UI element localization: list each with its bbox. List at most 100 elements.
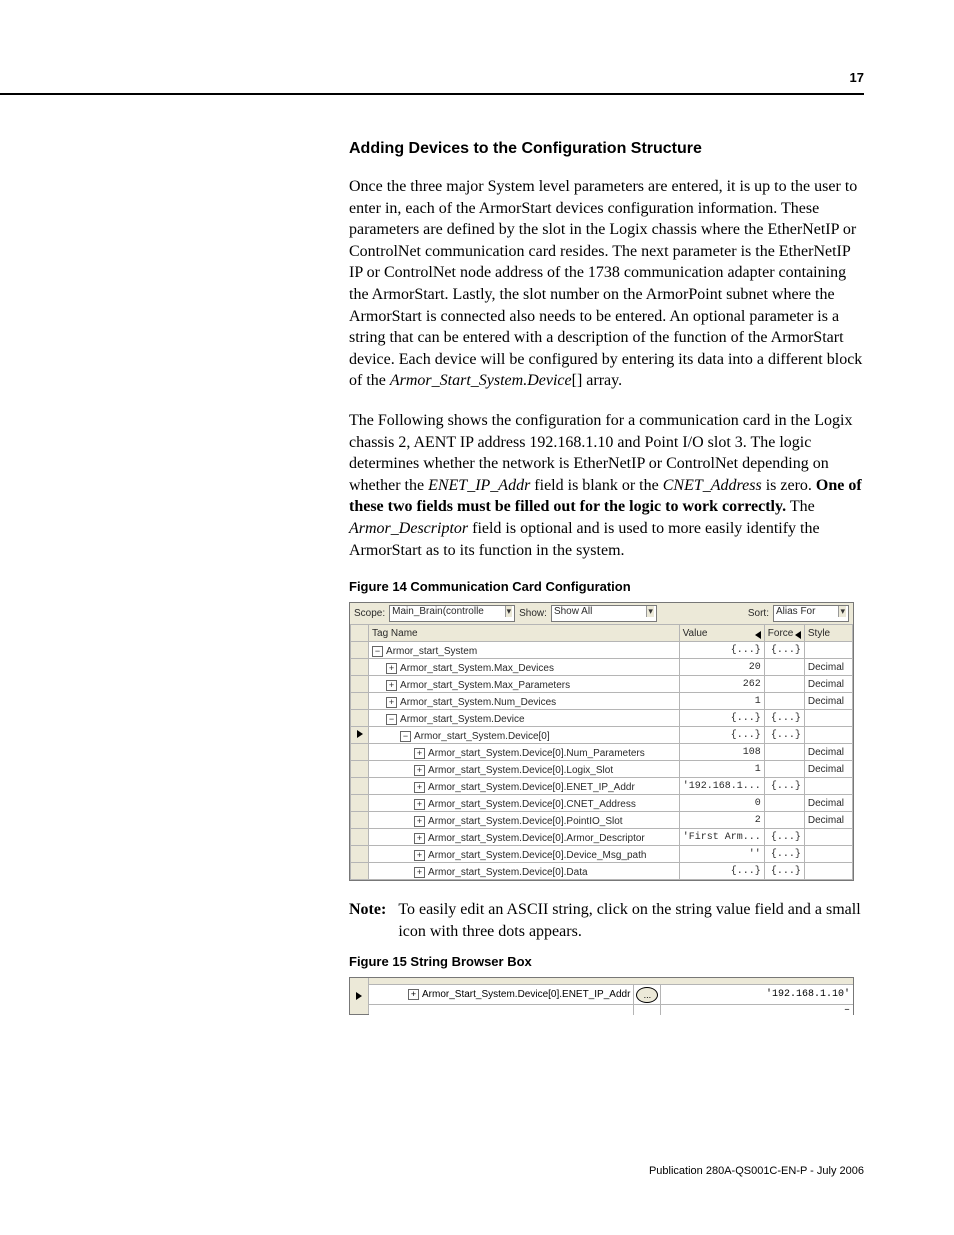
style-cell[interactable]: Decimal <box>804 812 852 829</box>
value-cell[interactable]: 108 <box>679 744 764 761</box>
expand-icon[interactable]: + <box>414 816 425 827</box>
force-cell[interactable] <box>764 761 804 778</box>
table-row[interactable]: +Armor_start_System.Device[0].Armor_Desc… <box>351 829 853 846</box>
expand-icon[interactable]: + <box>408 989 419 1000</box>
expand-icon[interactable]: + <box>414 799 425 810</box>
value-cell[interactable]: 1 <box>679 693 764 710</box>
expand-icon[interactable]: + <box>414 833 425 844</box>
force-cell[interactable]: {...} <box>764 829 804 846</box>
expand-icon[interactable]: + <box>386 697 397 708</box>
value-cell[interactable]: '' <box>679 846 764 863</box>
expand-icon[interactable]: + <box>414 765 425 776</box>
table-row[interactable]: +Armor_start_System.Device[0].Logix_Slot… <box>351 761 853 778</box>
tag-name-cell[interactable]: −Armor_start_System <box>369 642 680 659</box>
value-cell[interactable]: 'First Arm... <box>679 829 764 846</box>
force-cell[interactable] <box>764 795 804 812</box>
scope-combobox[interactable]: Main_Brain(controlle <box>389 605 515 622</box>
string-tag-name[interactable]: + Armor_Start_System.Device[0].ENET_IP_A… <box>369 985 634 1004</box>
style-cell[interactable] <box>804 863 852 880</box>
note-label: Note: <box>349 899 386 942</box>
table-row[interactable]: +Armor_start_System.Device[0].Device_Msg… <box>351 846 853 863</box>
force-cell[interactable] <box>764 659 804 676</box>
tag-name-cell[interactable]: +Armor_start_System.Device[0].PointIO_Sl… <box>369 812 680 829</box>
value-cell[interactable]: {...} <box>679 642 764 659</box>
style-cell[interactable] <box>804 642 852 659</box>
table-row[interactable]: +Armor_start_System.Device[0].Data{...}{… <box>351 863 853 880</box>
force-cell[interactable]: {...} <box>764 846 804 863</box>
tag-name-cell[interactable]: +Armor_start_System.Device[0].CNET_Addre… <box>369 795 680 812</box>
table-row[interactable]: −Armor_start_System{...}{...} <box>351 642 853 659</box>
value-cell[interactable]: 20 <box>679 659 764 676</box>
table-row[interactable]: +Armor_start_System.Device[0].CNET_Addre… <box>351 795 853 812</box>
value-cell[interactable]: {...} <box>679 710 764 727</box>
value-cell[interactable]: 2 <box>679 812 764 829</box>
col-tag-name[interactable]: Tag Name <box>369 625 680 642</box>
table-row[interactable]: +Armor_start_System.Num_Devices1 Decimal <box>351 693 853 710</box>
col-value[interactable]: Value <box>679 625 764 642</box>
sort-combobox[interactable]: Alias For <box>773 605 849 622</box>
force-cell[interactable]: {...} <box>764 727 804 744</box>
style-cell[interactable]: Decimal <box>804 795 852 812</box>
tag-name-cell[interactable]: +Armor_start_System.Device[0].Num_Parame… <box>369 744 680 761</box>
table-row[interactable]: +Armor_start_System.Device[0].PointIO_Sl… <box>351 812 853 829</box>
tag-name-cell[interactable]: −Armor_start_System.Device <box>369 710 680 727</box>
tag-grid[interactable]: Tag Name Value Force Style −Armor_start_… <box>350 624 853 880</box>
collapse-icon[interactable]: − <box>386 714 397 725</box>
style-cell[interactable] <box>804 727 852 744</box>
force-cell[interactable] <box>764 676 804 693</box>
table-row[interactable]: +Armor_start_System.Device[0].ENET_IP_Ad… <box>351 778 853 795</box>
table-row[interactable]: −Armor_start_System.Device[0]{...}{...} <box>351 727 853 744</box>
value-cell[interactable]: 262 <box>679 676 764 693</box>
table-row[interactable]: +Armor_start_System.Device[0].Num_Parame… <box>351 744 853 761</box>
tag-name-cell[interactable]: +Armor_start_System.Device[0].Armor_Desc… <box>369 829 680 846</box>
collapse-icon[interactable]: − <box>400 731 411 742</box>
expand-icon[interactable]: + <box>414 782 425 793</box>
style-cell[interactable]: Decimal <box>804 693 852 710</box>
collapse-icon[interactable]: − <box>372 646 383 657</box>
force-cell[interactable]: {...} <box>764 778 804 795</box>
force-cell[interactable] <box>764 744 804 761</box>
force-cell[interactable]: {...} <box>764 642 804 659</box>
force-cell[interactable]: {...} <box>764 863 804 880</box>
expand-icon[interactable]: + <box>386 663 397 674</box>
value-cell[interactable]: 1 <box>679 761 764 778</box>
table-row[interactable]: +Armor_start_System.Max_Devices20 Decimal <box>351 659 853 676</box>
force-cell[interactable] <box>764 812 804 829</box>
row-selector[interactable] <box>350 978 369 1014</box>
arrow-left-icon <box>795 631 801 639</box>
expand-icon[interactable]: + <box>414 748 425 759</box>
value-cell[interactable]: {...} <box>679 863 764 880</box>
style-cell[interactable]: Decimal <box>804 659 852 676</box>
value-cell[interactable]: {...} <box>679 727 764 744</box>
force-cell[interactable] <box>764 693 804 710</box>
expand-icon[interactable]: + <box>386 680 397 691</box>
tag-name-cell[interactable]: +Armor_start_System.Device[0].Data <box>369 863 680 880</box>
tag-name-cell[interactable]: +Armor_start_System.Device[0].Logix_Slot <box>369 761 680 778</box>
tag-name-cell[interactable]: +Armor_start_System.Device[0].Device_Msg… <box>369 846 680 863</box>
style-cell[interactable]: Decimal <box>804 676 852 693</box>
ellipsis-button[interactable]: ... <box>636 987 658 1003</box>
tag-name-cell[interactable]: +Armor_start_System.Max_Parameters <box>369 676 680 693</box>
style-cell[interactable] <box>804 710 852 727</box>
triangle-right-icon <box>357 730 363 738</box>
style-cell[interactable] <box>804 778 852 795</box>
style-cell[interactable]: Decimal <box>804 761 852 778</box>
style-cell[interactable] <box>804 829 852 846</box>
expand-icon[interactable]: + <box>414 850 425 861</box>
style-cell[interactable]: Decimal <box>804 744 852 761</box>
tag-name-cell[interactable]: +Armor_start_System.Max_Devices <box>369 659 680 676</box>
table-row[interactable]: −Armor_start_System.Device{...}{...} <box>351 710 853 727</box>
style-cell[interactable] <box>804 846 852 863</box>
tag-name-cell[interactable]: +Armor_start_System.Num_Devices <box>369 693 680 710</box>
tag-name-cell[interactable]: −Armor_start_System.Device[0] <box>369 727 680 744</box>
show-combobox[interactable]: Show All <box>551 605 657 622</box>
col-force[interactable]: Force <box>764 625 804 642</box>
expand-icon[interactable]: + <box>414 867 425 878</box>
tag-name-cell[interactable]: +Armor_start_System.Device[0].ENET_IP_Ad… <box>369 778 680 795</box>
table-row[interactable]: +Armor_start_System.Max_Parameters262 Dec… <box>351 676 853 693</box>
value-cell[interactable]: 0 <box>679 795 764 812</box>
col-style[interactable]: Style <box>804 625 852 642</box>
force-cell[interactable]: {...} <box>764 710 804 727</box>
string-value-cell[interactable]: '192.168.1.10' <box>661 985 853 1004</box>
value-cell[interactable]: '192.168.1... <box>679 778 764 795</box>
